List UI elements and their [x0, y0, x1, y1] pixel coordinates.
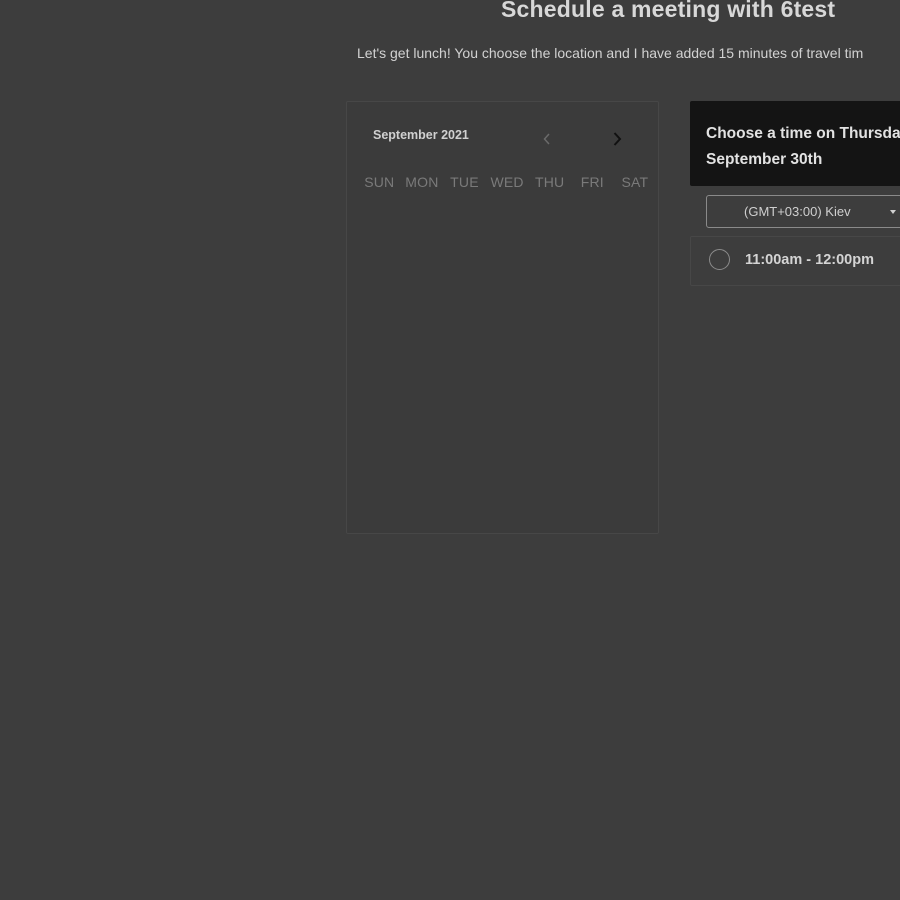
time-slot[interactable]: 11:00am - 12:00pm: [691, 237, 900, 285]
time-heading-line2: September 30th: [706, 151, 823, 168]
scheduler-page: Schedule a meeting with 6test Let's get …: [0, 0, 900, 900]
next-month-button[interactable]: [606, 128, 628, 150]
prev-month-button[interactable]: [536, 128, 558, 150]
weekday-fri: FRI: [580, 174, 604, 190]
timezone-select[interactable]: (GMT+03:00) Kiev: [706, 195, 900, 228]
weekday-sun: SUN: [364, 174, 395, 190]
weekday-mon: MON: [405, 174, 439, 190]
page-subtitle: Let's get lunch! You choose the location…: [357, 45, 864, 61]
weekday-header-row: SUN MON TUE WED THU FRI SAT: [358, 174, 656, 190]
time-heading-line1: Choose a time on Thursda: [706, 125, 900, 142]
weekday-sat: SAT: [621, 174, 649, 190]
timezone-value: (GMT+03:00) Kiev: [744, 204, 851, 219]
caret-down-icon: [890, 210, 896, 214]
time-slot-list: 11:00am - 12:00pm: [690, 236, 900, 286]
chevron-left-icon: [543, 133, 550, 145]
calendar-panel: September 2021 SUN MON TUE WED THU FRI S…: [346, 101, 659, 534]
page-title: Schedule a meeting with 6test: [501, 0, 836, 22]
weekday-wed: WED: [490, 174, 524, 190]
time-slot-label: 11:00am - 12:00pm: [745, 252, 874, 268]
radio-icon[interactable]: [709, 249, 730, 270]
month-label: September 2021: [373, 128, 469, 142]
time-panel-heading: Choose a time on Thursda September 30th: [690, 101, 900, 186]
chevron-right-icon: [613, 132, 622, 146]
weekday-thu: THU: [534, 174, 565, 190]
weekday-tue: TUE: [450, 174, 479, 190]
